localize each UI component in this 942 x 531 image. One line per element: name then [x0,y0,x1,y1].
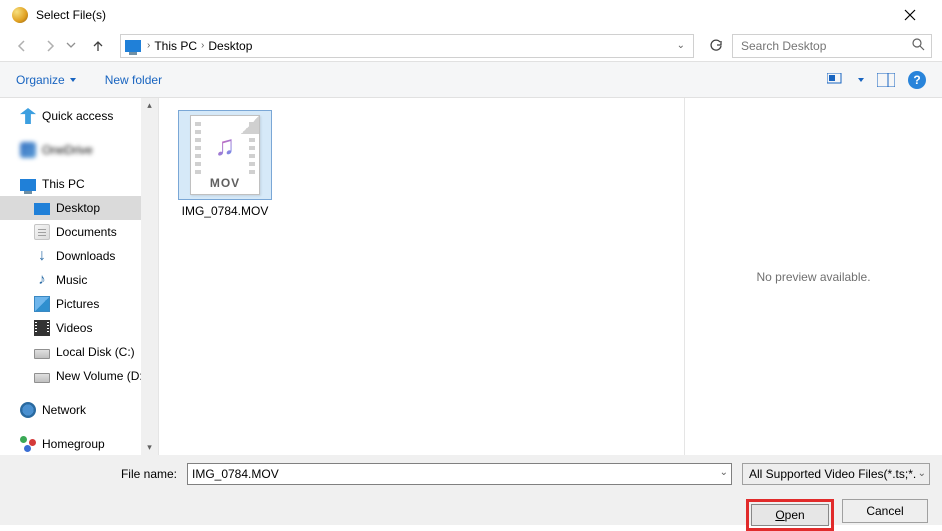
disk-icon [34,373,50,383]
tree-scrollbar[interactable]: ▴ ▾ [141,98,158,455]
documents-icon [34,224,50,240]
title-bar: Select File(s) [0,0,942,30]
chevron-right-icon[interactable]: › [201,40,204,51]
downloads-icon: ↓ [34,248,50,264]
open-button[interactable]: Open [751,504,829,526]
help-button[interactable]: ? [908,71,926,89]
desktop-icon [34,203,50,215]
chevron-right-icon[interactable]: › [147,40,150,51]
dialog-footer: File name: ⌄ All Supported Video Files(*… [0,455,942,525]
file-name-input[interactable] [187,463,732,485]
tree-label: Documents [56,225,117,239]
tree-label: Network [42,403,86,417]
file-item[interactable]: ♫ MOV IMG_0784.MOV [175,110,275,218]
tree-label: Quick access [42,109,113,123]
organize-label: Organize [16,73,65,87]
onedrive-icon [20,142,36,158]
refresh-button[interactable] [704,34,728,58]
navigation-bar: › This PC › Desktop ⌄ [0,30,942,62]
pictures-icon [34,296,50,312]
videos-icon [34,320,50,336]
search-input[interactable] [739,38,912,54]
breadcrumb-desktop[interactable]: Desktop [208,39,252,53]
tree-label: Local Disk (C:) [56,345,135,359]
search-icon [912,38,925,54]
organize-menu[interactable]: Organize [16,73,77,87]
tree-this-pc[interactable]: This PC [0,172,158,196]
this-pc-icon [20,179,36,191]
scroll-up-icon[interactable]: ▴ [147,98,152,113]
tree-label: Desktop [56,201,100,215]
app-icon [12,7,28,23]
tree-desktop[interactable]: Desktop [0,196,158,220]
preview-pane-button[interactable] [874,69,898,91]
file-name-caption: File name: [12,467,187,481]
address-bar[interactable]: › This PC › Desktop ⌄ [120,34,694,58]
tree-label: This PC [42,177,85,191]
main-body: Quick access OneDrive This PC Desktop Do… [0,98,942,455]
tree-label: Homegroup [42,437,105,451]
tree-local-disk[interactable]: Local Disk (C:) [0,340,158,364]
scroll-down-icon[interactable]: ▾ [147,440,152,455]
forward-button[interactable] [38,34,62,58]
up-button[interactable] [86,34,110,58]
tree-music[interactable]: ♪ Music [0,268,158,292]
back-button[interactable] [10,34,34,58]
music-note-icon: ♫ [215,130,236,162]
file-list[interactable]: ♫ MOV IMG_0784.MOV [159,98,684,455]
breadcrumb-this-pc[interactable]: This PC [154,39,197,53]
quick-access-icon [20,108,36,124]
open-button-highlight: Open [746,499,834,531]
tree-network[interactable]: Network [0,398,158,422]
tree-videos[interactable]: Videos [0,316,158,340]
close-button[interactable] [890,0,930,30]
preview-text: No preview available. [756,270,870,284]
filter-label: All Supported Video Files(*.ts;*. [742,463,930,485]
tree-label: New Volume (D:) [56,369,147,383]
view-mode-button[interactable] [824,69,848,91]
view-dropdown[interactable] [854,69,868,91]
navigation-tree[interactable]: Quick access OneDrive This PC Desktop Do… [0,98,158,455]
search-box[interactable] [732,34,932,58]
command-bar: Organize New folder ? [0,62,942,98]
file-name-label: IMG_0784.MOV [182,204,269,218]
disk-icon [34,349,50,359]
tree-onedrive[interactable]: OneDrive [0,138,158,162]
new-folder-button[interactable]: New folder [105,73,162,87]
open-rest: pen [785,508,805,522]
cancel-button[interactable]: Cancel [842,499,928,523]
tree-homegroup[interactable]: Homegroup [0,432,158,455]
tree-label: Pictures [56,297,99,311]
tree-documents[interactable]: Documents [0,220,158,244]
file-type-filter[interactable]: All Supported Video Files(*.ts;*. ⌄ [742,463,930,485]
tree-label: Videos [56,321,92,335]
window-title: Select File(s) [36,8,106,22]
filename-dropdown-icon[interactable]: ⌄ [720,467,728,478]
address-dropdown-icon[interactable]: ⌄ [677,40,685,51]
file-thumbnail: ♫ MOV [178,110,272,200]
tree-new-volume[interactable]: New Volume (D:) [0,364,158,388]
file-ext-label: MOV [191,176,259,190]
chevron-down-icon: ⌄ [918,468,926,479]
preview-pane: No preview available. [684,98,942,455]
network-icon [20,402,36,418]
tree-quick-access[interactable]: Quick access [0,104,158,128]
recent-dropdown[interactable] [66,39,82,53]
music-icon: ♪ [34,272,50,288]
tree-label: OneDrive [42,143,93,157]
tree-label: Downloads [56,249,115,263]
tree-label: Music [56,273,87,287]
open-underline: O [775,508,784,522]
tree-downloads[interactable]: ↓ Downloads [0,244,158,268]
this-pc-icon [125,40,141,52]
homegroup-icon [20,436,36,452]
tree-pictures[interactable]: Pictures [0,292,158,316]
